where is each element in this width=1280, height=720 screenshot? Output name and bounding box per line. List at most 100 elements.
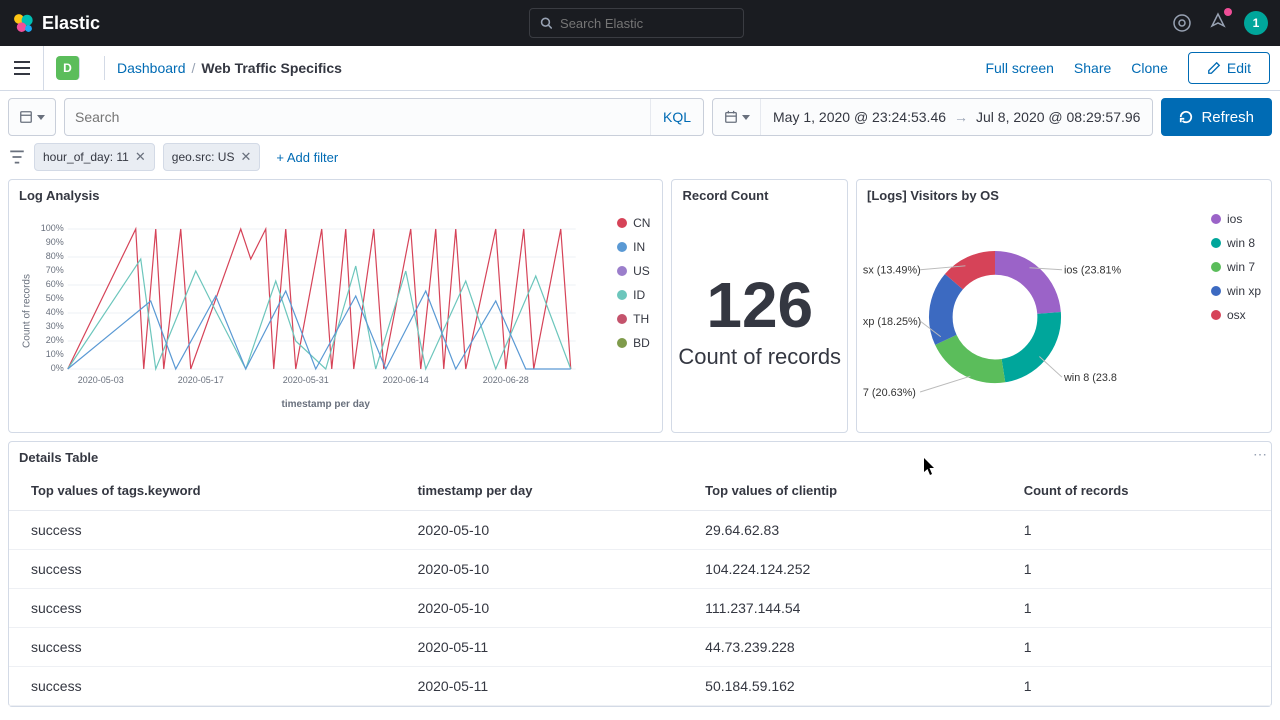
search-icon <box>540 16 553 30</box>
space-selector[interactable]: D <box>56 56 80 80</box>
table-cell: 1 <box>1002 550 1271 589</box>
svg-text:10%: 10% <box>46 349 64 359</box>
filter-bar: hour_of_day: 11 ✕ geo.src: US✕ + Add filt… <box>0 143 1280 179</box>
column-header[interactable]: Count of records <box>1002 473 1271 511</box>
table-header-row: Top values of tags.keyword timestamp per… <box>9 473 1271 511</box>
chart-lines <box>68 229 571 369</box>
add-filter-button[interactable]: + Add filter <box>268 145 346 170</box>
table-cell: 2020-05-11 <box>396 667 684 706</box>
svg-text:0%: 0% <box>51 363 64 373</box>
svg-text:40%: 40% <box>46 307 64 317</box>
svg-text:win 8 (23.8: win 8 (23.8 <box>1063 372 1117 384</box>
global-search[interactable] <box>529 8 744 38</box>
fullscreen-button[interactable]: Full screen <box>985 60 1053 76</box>
metric-label: Count of records <box>678 343 841 372</box>
date-to: Jul 8, 2020 @ 08:29:57.96 <box>976 109 1140 125</box>
filter-pill[interactable]: geo.src: US✕ <box>163 143 261 171</box>
edit-button[interactable]: Edit <box>1188 52 1270 84</box>
legend-item[interactable]: CN <box>617 216 650 230</box>
legend-item[interactable]: ios <box>1211 212 1261 226</box>
table-cell: 44.73.239.228 <box>683 628 1002 667</box>
svg-text:60%: 60% <box>46 279 64 289</box>
breadcrumb-sep: / <box>192 60 196 76</box>
table-cell: success <box>9 667 396 706</box>
table-cell: success <box>9 511 396 550</box>
metric-value: 126 <box>706 273 813 337</box>
table-row[interactable]: success2020-05-1150.184.59.1621 <box>9 667 1271 706</box>
refresh-icon <box>1179 110 1193 124</box>
column-header[interactable]: Top values of clientip <box>683 473 1002 511</box>
refresh-label: Refresh <box>1201 109 1254 126</box>
svg-text:2020-05-03: 2020-05-03 <box>78 375 124 385</box>
table-row[interactable]: success2020-05-10104.224.124.2521 <box>9 550 1271 589</box>
table-cell: 111.237.144.54 <box>683 589 1002 628</box>
refresh-button[interactable]: Refresh <box>1161 98 1272 136</box>
app-header: D Dashboard / Web Traffic Specifics Full… <box>0 46 1280 91</box>
elastic-logo-icon <box>12 12 34 34</box>
legend-item[interactable]: TH <box>617 312 650 326</box>
clone-button[interactable]: Clone <box>1131 60 1168 76</box>
date-picker[interactable]: May 1, 2020 @ 23:24:53.46 → Jul 8, 2020 … <box>712 98 1153 136</box>
table-cell: success <box>9 589 396 628</box>
dashboard-grid: Log Analysis Count of records 0% 10% 20%… <box>0 179 1280 441</box>
dataview-picker[interactable] <box>8 98 56 136</box>
legend-item[interactable]: IN <box>617 240 650 254</box>
filter-options-icon[interactable] <box>8 148 26 166</box>
date-range[interactable]: May 1, 2020 @ 23:24:53.46 → Jul 8, 2020 … <box>761 109 1152 125</box>
query-bar: KQL May 1, 2020 @ 23:24:53.46 → Jul 8, 2… <box>0 91 1280 143</box>
close-icon[interactable]: ✕ <box>135 149 146 165</box>
svg-text:2020-05-31: 2020-05-31 <box>283 375 329 385</box>
panel-options-icon[interactable]: ⋯ <box>1253 446 1267 463</box>
hamburger-icon <box>14 61 30 75</box>
table-cell: success <box>9 628 396 667</box>
legend-item[interactable]: win xp <box>1211 284 1261 298</box>
line-chart: Count of records 0% 10% 20% 30% 40% 50% … <box>9 211 662 411</box>
global-search-input[interactable] <box>560 16 732 31</box>
table-row[interactable]: success2020-05-1029.64.62.831 <box>9 511 1271 550</box>
svg-text:100%: 100% <box>41 223 64 233</box>
user-avatar[interactable]: 1 <box>1244 11 1268 35</box>
filter-pill-label: hour_of_day: 11 <box>43 150 129 164</box>
newsfeed-icon[interactable] <box>1208 12 1228 32</box>
share-button[interactable]: Share <box>1074 60 1111 76</box>
legend-item[interactable]: win 8 <box>1211 236 1261 250</box>
table-cell: 29.64.62.83 <box>683 511 1002 550</box>
svg-text:7 (20.63%): 7 (20.63%) <box>863 387 916 399</box>
svg-text:sx (13.49%): sx (13.49%) <box>863 265 921 277</box>
nav-toggle[interactable] <box>0 46 44 90</box>
svg-text:80%: 80% <box>46 251 64 261</box>
panel-log-analysis: Log Analysis Count of records 0% 10% 20%… <box>8 179 663 433</box>
query-lang-toggle[interactable]: KQL <box>650 99 703 135</box>
svg-text:50%: 50% <box>46 293 64 303</box>
y-ticks: 0% 10% 20% 30% 40% 50% 60% 70% 80% 90% 1… <box>41 223 64 373</box>
table-cell: 50.184.59.162 <box>683 667 1002 706</box>
help-icon[interactable] <box>1172 13 1192 33</box>
legend-item[interactable]: ID <box>617 288 650 302</box>
brand-logo[interactable]: Elastic <box>12 12 100 34</box>
table-cell: 2020-05-11 <box>396 628 684 667</box>
filter-pill[interactable]: hour_of_day: 11 ✕ <box>34 143 155 171</box>
legend-item[interactable]: BD <box>617 336 650 350</box>
calendar-icon <box>724 110 738 124</box>
svg-text:2020-06-28: 2020-06-28 <box>483 375 529 385</box>
legend-item[interactable]: osx <box>1211 308 1261 322</box>
table-cell: 1 <box>1002 667 1271 706</box>
column-header[interactable]: timestamp per day <box>396 473 684 511</box>
panel-record-count: Record Count 126 Count of records <box>671 179 848 433</box>
breadcrumb: Dashboard / Web Traffic Specifics <box>105 60 985 76</box>
legend-item[interactable]: US <box>617 264 650 278</box>
date-quick-toggle[interactable] <box>713 99 761 135</box>
panel-title: Record Count <box>672 180 847 211</box>
panel-title: [Logs] Visitors by OS <box>857 180 1271 211</box>
svg-text:2020-06-14: 2020-06-14 <box>383 375 429 385</box>
table-row[interactable]: success2020-05-1144.73.239.2281 <box>9 628 1271 667</box>
breadcrumb-root[interactable]: Dashboard <box>117 60 186 76</box>
x-ticks: 2020-05-03 2020-05-17 2020-05-31 2020-06… <box>78 375 529 385</box>
table-row[interactable]: success2020-05-10111.237.144.541 <box>9 589 1271 628</box>
table-cell: 1 <box>1002 511 1271 550</box>
query-input[interactable] <box>65 99 650 135</box>
legend-item[interactable]: win 7 <box>1211 260 1261 274</box>
svg-text:30%: 30% <box>46 321 64 331</box>
column-header[interactable]: Top values of tags.keyword <box>9 473 396 511</box>
close-icon[interactable]: ✕ <box>240 149 251 165</box>
